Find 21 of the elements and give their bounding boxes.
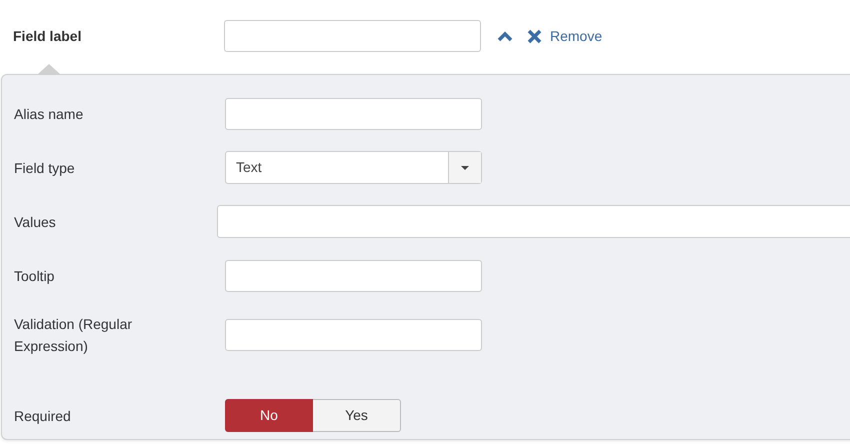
field-label: Validation (Regular Expression) bbox=[14, 315, 134, 356]
collapse-icon[interactable] bbox=[497, 30, 513, 42]
input-field[interactable] bbox=[224, 20, 481, 52]
field-label: Alias name bbox=[14, 104, 84, 124]
field-label: Field label bbox=[13, 26, 82, 46]
dropdown-value: Text bbox=[235, 158, 263, 177]
caret-icon bbox=[461, 166, 469, 170]
close-icon bbox=[527, 28, 542, 44]
toggle-option[interactable]: No bbox=[225, 399, 313, 432]
input-field[interactable] bbox=[225, 98, 482, 130]
dropdown[interactable]: Text bbox=[225, 151, 482, 184]
toggle-option[interactable]: Yes bbox=[313, 399, 401, 432]
field-label: Values bbox=[14, 212, 57, 232]
field-label: Tooltip bbox=[14, 266, 56, 286]
field-label: Field type bbox=[14, 158, 76, 178]
input-field[interactable] bbox=[217, 205, 850, 238]
input-field[interactable] bbox=[225, 319, 482, 351]
dropdown-toggle[interactable] bbox=[448, 152, 481, 183]
input-field[interactable] bbox=[225, 260, 482, 292]
field-label: Required bbox=[14, 406, 72, 426]
remove-button[interactable]: Remove bbox=[527, 26, 602, 46]
